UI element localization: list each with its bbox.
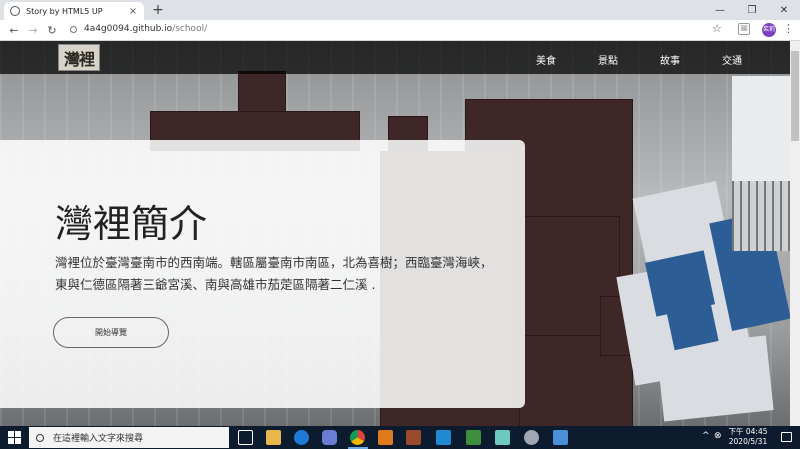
back-button[interactable]: ← (6, 22, 22, 38)
discord-icon[interactable] (322, 430, 337, 445)
windows-start-icon[interactable] (8, 431, 21, 444)
profile-avatar[interactable]: 茱莉 (762, 23, 776, 37)
vscode-icon[interactable] (436, 430, 451, 445)
clock-time: 下午 04:45 (728, 427, 768, 436)
new-tab-button[interactable]: + (150, 2, 166, 18)
archive-app-icon[interactable] (406, 430, 421, 445)
tray-chevron-icon[interactable]: ^ (702, 431, 710, 441)
tab-strip: Story by HTML5 UP × + — ❐ ✕ (0, 0, 800, 20)
page-viewport: 灣裡 美食 景點 故事 交通 灣裡簡介 灣裡位於臺灣臺南市的西南端。轄區屬臺南市… (0, 41, 800, 426)
file-explorer-icon[interactable] (266, 430, 281, 445)
url-text[interactable]: 4a4g0094.github.io/school/ (84, 24, 207, 34)
nav-item-food[interactable]: 美食 (536, 52, 556, 67)
teal-app-icon[interactable] (495, 430, 510, 445)
restore-button[interactable]: ❐ (736, 0, 768, 20)
site-logo[interactable]: 灣裡 (58, 44, 100, 71)
search-icon (36, 433, 44, 442)
taskbar-clock[interactable]: 下午 04:45 2020/5/31 (722, 427, 774, 447)
edge-icon[interactable] (294, 430, 309, 445)
bookmark-star-icon[interactable]: ☆ (712, 22, 722, 35)
url-host: 4a4g0094.github.io (84, 24, 173, 34)
chrome-icon[interactable] (350, 430, 365, 445)
extension-icon[interactable]: 🖼 (738, 23, 750, 35)
hero-description: 灣裡位於臺灣臺南市的西南端。轄區屬臺南市南區，北為喜樹；西臨臺灣海峽，東與仁德區… (55, 255, 493, 292)
orange-app-icon[interactable] (378, 430, 393, 445)
tab-title: Story by HTML5 UP (26, 6, 103, 16)
address-bar[interactable]: 4a4g0094.github.io/school/ (66, 22, 734, 39)
clock-date: 2020/5/31 (728, 437, 768, 446)
browser-menu-icon[interactable]: ⋮ (783, 22, 794, 35)
url-path: /school/ (172, 24, 208, 34)
forward-button[interactable]: → (25, 22, 41, 38)
reload-button[interactable]: ↻ (44, 22, 60, 38)
gray-app-icon[interactable] (524, 430, 539, 445)
taskbar: 在這裡輸入文字來搜尋 ^ ⊗ 下午 04:45 2020/5/31 (0, 426, 800, 449)
photo-app-icon[interactable] (553, 430, 568, 445)
nav-item-stories[interactable]: 故事 (660, 52, 680, 67)
info-icon[interactable] (70, 26, 77, 33)
hero-card: 灣裡簡介 灣裡位於臺灣臺南市的西南端。轄區屬臺南市南區，北為喜樹；西臨臺灣海峽，… (0, 140, 525, 408)
globe-icon (10, 6, 20, 16)
notification-icon[interactable] (781, 432, 792, 442)
search-placeholder: 在這裡輸入文字來搜尋 (53, 434, 144, 444)
tab-close-icon[interactable]: × (128, 6, 138, 17)
hero-title: 灣裡簡介 (55, 202, 208, 246)
nav-item-sights[interactable]: 景點 (598, 52, 618, 67)
green-app-icon[interactable] (466, 430, 481, 445)
start-tour-button[interactable]: 開始導覽 (53, 317, 169, 348)
scrollbar-thumb[interactable] (791, 51, 799, 141)
browser-toolbar: ← → ↻ 4a4g0094.github.io/school/ ☆ 🖼 茱莉 … (0, 20, 800, 41)
nav-item-transport[interactable]: 交通 (722, 52, 742, 67)
minimize-button[interactable]: — (704, 0, 736, 20)
taskbar-search-box[interactable]: 在這裡輸入文字來搜尋 (29, 427, 229, 448)
task-view-icon[interactable] (238, 430, 253, 445)
browser-tab[interactable]: Story by HTML5 UP × (4, 2, 144, 20)
tray-status-icon[interactable]: ⊗ (714, 431, 722, 441)
page-scrollbar[interactable] (790, 41, 800, 426)
site-header: 灣裡 美食 景點 故事 交通 (0, 41, 790, 74)
close-window-button[interactable]: ✕ (768, 0, 800, 20)
